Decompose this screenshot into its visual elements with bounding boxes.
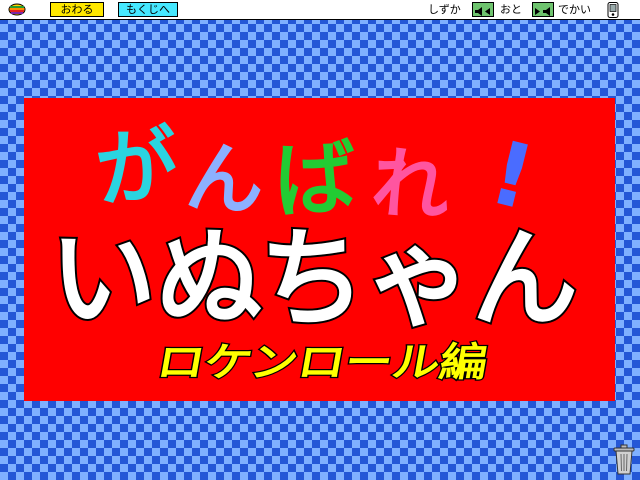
quiet-label: しずか <box>428 3 461 16</box>
title-char-ga: が <box>91 117 182 220</box>
loud-label: でかい <box>558 3 591 16</box>
quit-button[interactable]: おわる <box>50 2 104 17</box>
title-char-n: ん <box>183 132 267 227</box>
menu-bar: おわる もくじへ しずか おと でかい <box>0 0 640 20</box>
title-char-ba: ば <box>272 131 359 230</box>
table-of-contents-button[interactable]: もくじへ <box>118 2 178 17</box>
title-subtitle: ロケンロール編 <box>153 339 491 386</box>
apple-logo-icon[interactable] <box>6 2 28 17</box>
speaker-louder-icon[interactable] <box>532 2 554 17</box>
title-char-exclaim: ! <box>480 120 544 230</box>
sound-label: おと <box>500 3 522 16</box>
speaker-quieter-icon[interactable] <box>472 2 494 17</box>
title-card[interactable]: が ん ば れ ! いぬちゃん ロケンロール編 <box>24 98 615 401</box>
trash-can-icon[interactable] <box>612 444 636 476</box>
title-main: いぬちゃん <box>50 217 578 342</box>
handheld-device-icon[interactable] <box>606 2 620 18</box>
title-graphic: が ん ば れ ! いぬちゃん ロケンロール編 <box>48 117 580 388</box>
